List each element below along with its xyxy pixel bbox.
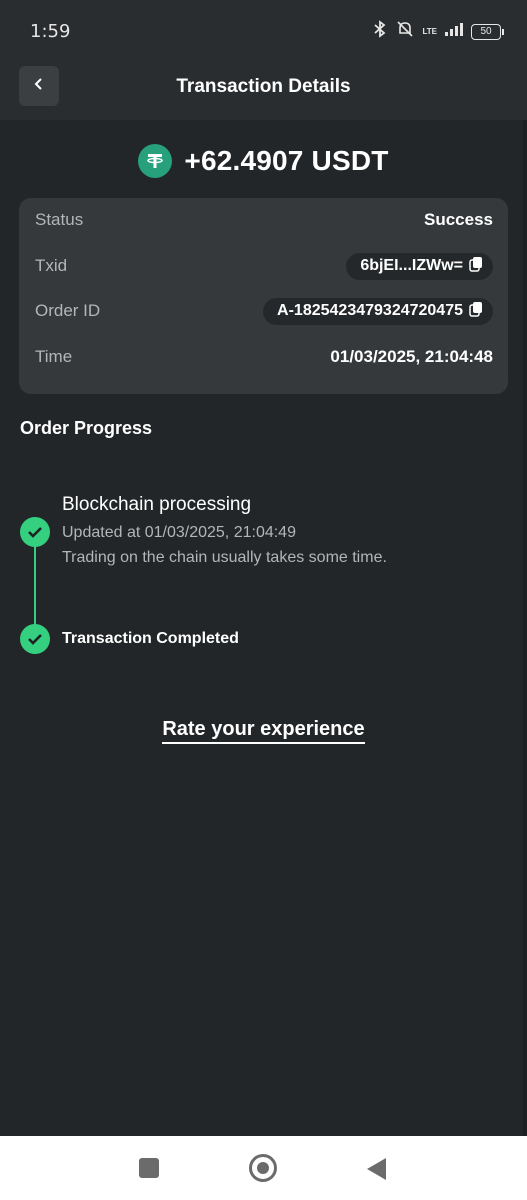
check-circle-icon [20,624,50,654]
status-icons: LTE 50 [372,20,504,43]
recents-button[interactable] [139,1158,159,1178]
txid-value: 6bjEI...IZWw= [360,257,463,274]
detail-label: Order ID [35,301,101,320]
status-bar: 1:59 LTE 50 [0,0,527,64]
detail-row-txid: Txid 6bjEI...IZWw= [35,252,493,280]
txid-pill[interactable]: 6bjEI...IZWw= [346,252,493,280]
step-note: Trading on the chain usually takes some … [62,549,387,566]
amount-value: +62.4907 USDT [184,145,389,176]
back-triangle-button[interactable] [367,1158,386,1180]
home-dot-icon [257,1162,269,1174]
battery-icon: 50 [471,23,504,40]
order-id-value: A-1825423479324720475 [277,302,463,319]
copy-icon[interactable] [469,256,483,277]
status-time: 1:59 [30,21,71,42]
detail-label: Txid [35,256,68,275]
step-updated: Updated at 01/03/2025, 21:04:49 [62,524,296,541]
order-progress-title: Order Progress [20,418,153,438]
app-header: Transaction Details [0,64,527,120]
copy-icon[interactable] [469,301,483,322]
rate-experience-link[interactable]: Rate your experience [0,718,527,744]
amount-row: +62.4907 USDT [0,144,527,178]
signal-icon [445,22,463,41]
detail-row-order-id: Order ID A-1825423479324720475 [35,297,493,325]
system-nav-bar [0,1136,527,1200]
bluetooth-icon [372,20,388,43]
check-circle-icon [20,517,50,547]
order-id-pill[interactable]: A-1825423479324720475 [263,297,493,325]
rate-experience-label[interactable]: Rate your experience [162,718,365,744]
mute-bell-icon [396,20,414,43]
page-title: Transaction Details [176,76,351,97]
step-title: Transaction Completed [62,630,239,647]
scrollbar [523,120,527,1136]
details-card: Status Success Txid 6bjEI...IZWw= Order … [19,198,508,394]
time-value: 01/03/2025, 21:04:48 [330,347,493,366]
detail-row-status: Status Success [35,207,493,233]
network-label: LTE [422,26,437,36]
detail-row-time: Time 01/03/2025, 21:04:48 [35,344,493,370]
tether-icon [138,144,173,178]
detail-label: Status [35,210,84,229]
home-button[interactable] [249,1154,277,1182]
step-title: Blockchain processing [62,494,252,515]
status-value: Success [424,210,493,229]
detail-label: Time [35,347,73,366]
